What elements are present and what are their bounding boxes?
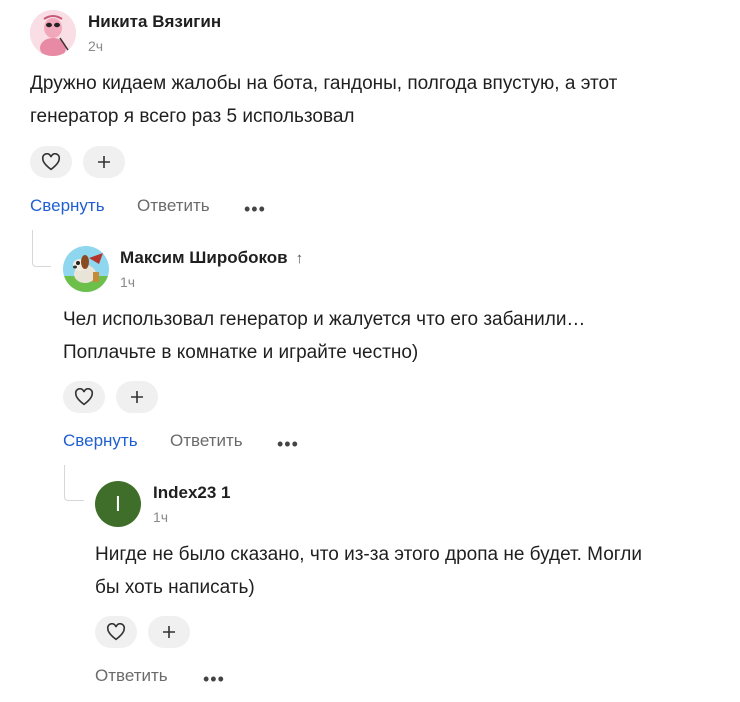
reply-button[interactable]: Ответить bbox=[137, 196, 210, 216]
arrow-up-icon[interactable]: ↑ bbox=[296, 250, 304, 267]
pink-cartoon-avatar-icon bbox=[30, 10, 76, 56]
author-name[interactable]: Никита Вязигин bbox=[88, 12, 221, 32]
comment-text: Чел использовал генератор и жалуется что… bbox=[63, 303, 585, 369]
comment-text-line: бы хоть написать) bbox=[95, 577, 255, 598]
reply-button[interactable]: Ответить bbox=[170, 431, 243, 451]
more-options-icon[interactable]: ••• bbox=[244, 200, 266, 218]
author-name[interactable]: Максим Широбоков ↑ bbox=[120, 248, 303, 268]
comment-text-line: генератор я всего раз 5 использовал bbox=[30, 106, 355, 127]
timestamp: 1ч bbox=[120, 274, 136, 290]
plus-icon bbox=[163, 626, 175, 638]
plus-icon bbox=[98, 156, 110, 168]
avatar-letter: I bbox=[115, 492, 121, 516]
collapse-button[interactable]: Свернуть bbox=[63, 431, 138, 451]
heart-icon bbox=[41, 153, 61, 171]
more-options-icon[interactable]: ••• bbox=[277, 435, 299, 453]
like-button[interactable] bbox=[95, 616, 137, 648]
timestamp: 2ч bbox=[88, 38, 104, 54]
comment-text: Нигде не было сказано, что из-за этого д… bbox=[95, 538, 642, 604]
like-button[interactable] bbox=[30, 146, 72, 178]
comment-text: Дружно кидаем жалобы на бота, гандоны, п… bbox=[30, 67, 617, 133]
avatar[interactable] bbox=[30, 10, 76, 56]
dog-cartoon-avatar-icon bbox=[63, 246, 109, 292]
comment-text-line: Дружно кидаем жалобы на бота, гандоны, п… bbox=[30, 73, 618, 94]
thread-connector bbox=[32, 230, 51, 267]
heart-icon bbox=[74, 388, 94, 406]
timestamp: 1ч bbox=[153, 509, 169, 525]
comment-text-line: Поплачьте в комнатке и играйте честно) bbox=[63, 342, 419, 363]
avatar[interactable]: I bbox=[95, 481, 141, 527]
avatar[interactable] bbox=[63, 246, 109, 292]
comment-text-line: Чел использовал генератор и жалуется что… bbox=[63, 309, 586, 330]
reply-button[interactable]: Ответить bbox=[95, 666, 168, 686]
comment-text-line: Нигде не было сказано, что из-за этого д… bbox=[95, 544, 643, 565]
author-name-label: Никита Вязигин bbox=[88, 12, 222, 31]
heart-icon bbox=[106, 623, 126, 641]
author-name-label: Index23 1 bbox=[153, 483, 231, 502]
add-reaction-button[interactable] bbox=[148, 616, 190, 648]
collapse-button[interactable]: Свернуть bbox=[30, 196, 105, 216]
like-button[interactable] bbox=[63, 381, 105, 413]
add-reaction-button[interactable] bbox=[116, 381, 158, 413]
more-options-icon[interactable]: ••• bbox=[203, 670, 225, 688]
author-name-label: Максим Широбоков bbox=[120, 248, 288, 267]
plus-icon bbox=[131, 391, 143, 403]
thread-connector bbox=[64, 465, 84, 501]
author-name[interactable]: Index23 1 bbox=[153, 483, 231, 503]
add-reaction-button[interactable] bbox=[83, 146, 125, 178]
